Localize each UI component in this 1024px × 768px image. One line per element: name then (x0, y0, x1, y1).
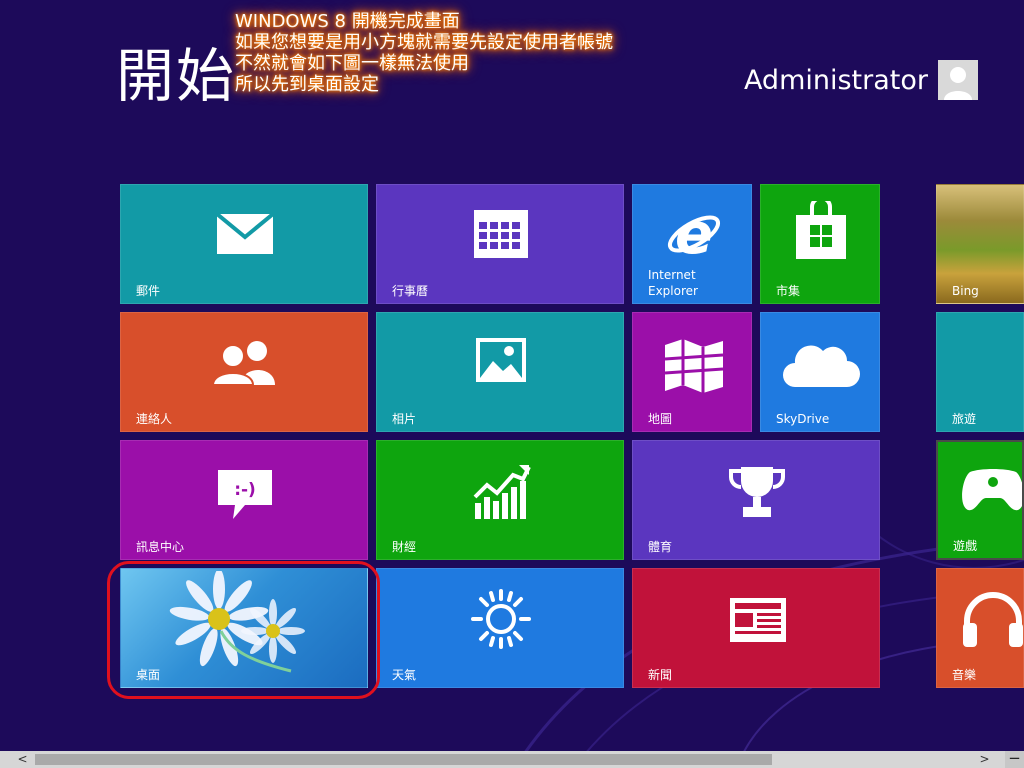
tile-label: 行事曆 (392, 284, 429, 298)
tile-label: 新聞 (648, 668, 673, 682)
tile-label: Explorer (648, 284, 698, 298)
horizontal-scrollbar[interactable]: < > − (0, 751, 1024, 768)
tile-label: 郵件 (136, 284, 161, 298)
user-name: Administrator (743, 64, 928, 96)
page-title: 開始 (116, 42, 237, 110)
sun-icon (471, 589, 531, 649)
tile-label: 體育 (648, 540, 673, 554)
desktop-highlight-ring (107, 561, 380, 699)
news-icon (730, 598, 786, 642)
tile-music[interactable]: 音樂 (936, 568, 1024, 688)
user-icon (944, 67, 972, 100)
tile-label: Internet (648, 268, 696, 282)
tile-label: Bing (952, 284, 979, 298)
finance-chart-icon (473, 465, 531, 519)
internet-explorer-icon: e (667, 205, 721, 263)
tile-store[interactable]: 市集 (760, 184, 880, 304)
tile-news[interactable]: 新聞 (632, 568, 880, 688)
tile-label: 天氣 (392, 668, 417, 682)
scroll-thumb[interactable] (35, 754, 772, 765)
tile-photos[interactable]: 相片 (376, 312, 624, 432)
semantic-zoom-button[interactable]: − (1005, 751, 1024, 768)
tile-sports[interactable]: 體育 (632, 440, 880, 560)
mail-icon (216, 213, 274, 254)
tile-calendar[interactable]: 行事曆 (376, 184, 624, 304)
annotation-line: 所以先到桌面設定 (235, 74, 379, 95)
tile-messaging[interactable]: :-) 訊息中心 (120, 440, 368, 560)
trophy-icon (729, 467, 785, 517)
tile-weather[interactable]: 天氣 (376, 568, 624, 688)
tile-label: 訊息中心 (136, 540, 185, 554)
photos-icon (476, 338, 526, 382)
tile-maps[interactable]: 地圖 (632, 312, 752, 432)
tile-label: 旅遊 (952, 412, 977, 426)
annotation-line: 不然就會如下圖一樣無法使用 (235, 53, 469, 74)
people-icon (213, 341, 275, 385)
maps-icon (664, 339, 724, 393)
tile-label: 音樂 (952, 668, 977, 682)
tile-bing[interactable]: Bing (936, 184, 1024, 304)
scroll-left-button[interactable]: < (14, 751, 31, 768)
messaging-icon: :-) (218, 470, 272, 519)
tile-mail[interactable]: 郵件 (120, 184, 368, 304)
cloud-icon (783, 345, 860, 387)
tile-finance[interactable]: 財經 (376, 440, 624, 560)
tile-label: 市集 (776, 284, 801, 298)
avatar (938, 60, 978, 100)
scroll-right-button[interactable]: > (976, 751, 993, 768)
tile-skydrive[interactable]: SkyDrive (760, 312, 880, 432)
tile-people[interactable]: 連絡人 (120, 312, 368, 432)
annotation-line: WINDOWS 8 開機完成畫面 (235, 11, 460, 32)
user-account[interactable]: Administrator (744, 60, 978, 100)
tile-travel[interactable]: 旅遊 (936, 312, 1024, 432)
tile-label: SkyDrive (776, 412, 830, 426)
tile-label: 相片 (392, 412, 417, 426)
messaging-icon-text: :-) (234, 480, 256, 500)
tile-label: 地圖 (648, 412, 673, 426)
tile-label: 遊戲 (953, 539, 978, 553)
tile-label: 連絡人 (136, 412, 173, 426)
tile-games[interactable]: 遊戲 (936, 440, 1024, 560)
tile-label: 財經 (392, 540, 417, 554)
annotation-line: 如果您想要是用小方塊就需要先設定使用者帳號 (235, 32, 613, 53)
headphones-icon (963, 592, 1023, 647)
controller-icon (962, 469, 1022, 511)
annotation-text: WINDOWS 8 開機完成畫面 如果您想要是用小方塊就需要先設定使用者帳號 不… (235, 11, 613, 95)
svg-text:e: e (675, 205, 713, 263)
tile-internet-explorer[interactable]: e Internet Explorer (632, 184, 752, 304)
calendar-icon (474, 210, 528, 258)
store-icon (796, 201, 846, 259)
